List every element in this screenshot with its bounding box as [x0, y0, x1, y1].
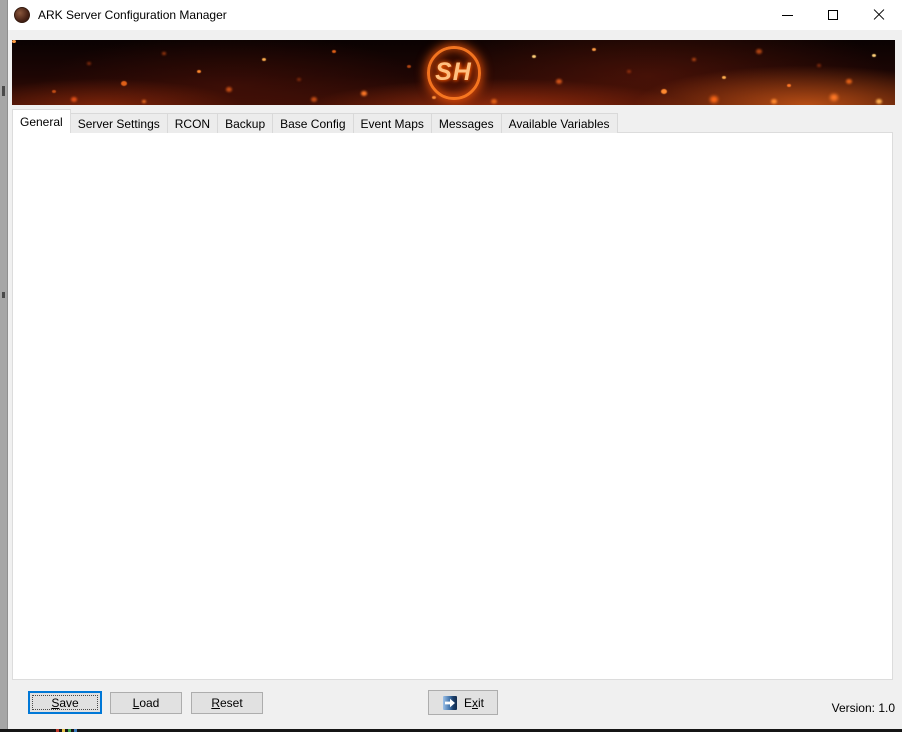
save-button[interactable]: Save [28, 691, 102, 714]
close-button[interactable] [856, 0, 902, 30]
reset-button[interactable]: Reset [191, 692, 263, 714]
tab-general[interactable]: General [12, 109, 71, 133]
tab-event-maps[interactable]: Event Maps [353, 113, 432, 133]
tab-server-settings[interactable]: Server Settings [70, 113, 168, 133]
tab-available-variables[interactable]: Available Variables [501, 113, 618, 133]
window-title: ARK Server Configuration Manager [38, 0, 227, 30]
sh-logo-text: SH [435, 58, 472, 87]
tab-rcon[interactable]: RCON [167, 113, 218, 133]
app-logo-icon[interactable] [14, 7, 30, 23]
background-window-edge [0, 0, 8, 732]
maximize-icon [828, 10, 838, 20]
tab-backup[interactable]: Backup [217, 113, 273, 133]
fire-banner-image: SH [12, 40, 895, 105]
background-window-mark [2, 292, 5, 298]
tab-bar: General Server Settings RCON Backup Base… [12, 110, 617, 133]
load-button[interactable]: Load [110, 692, 182, 714]
exit-button[interactable]: Exit [428, 690, 498, 715]
maximize-button[interactable] [810, 0, 856, 30]
background-window-mark [2, 86, 5, 96]
minimize-button[interactable] [764, 0, 810, 30]
minimize-icon [782, 15, 793, 16]
tab-messages[interactable]: Messages [431, 113, 502, 133]
sh-logo: SH [427, 46, 481, 100]
exit-arrow-icon [442, 695, 458, 711]
title-bar[interactable]: ARK Server Configuration Manager [8, 0, 902, 30]
close-icon [872, 8, 886, 22]
version-label: Version: 1.0 [832, 701, 895, 715]
general-tab-page [12, 132, 893, 680]
tab-base-config[interactable]: Base Config [272, 113, 353, 133]
